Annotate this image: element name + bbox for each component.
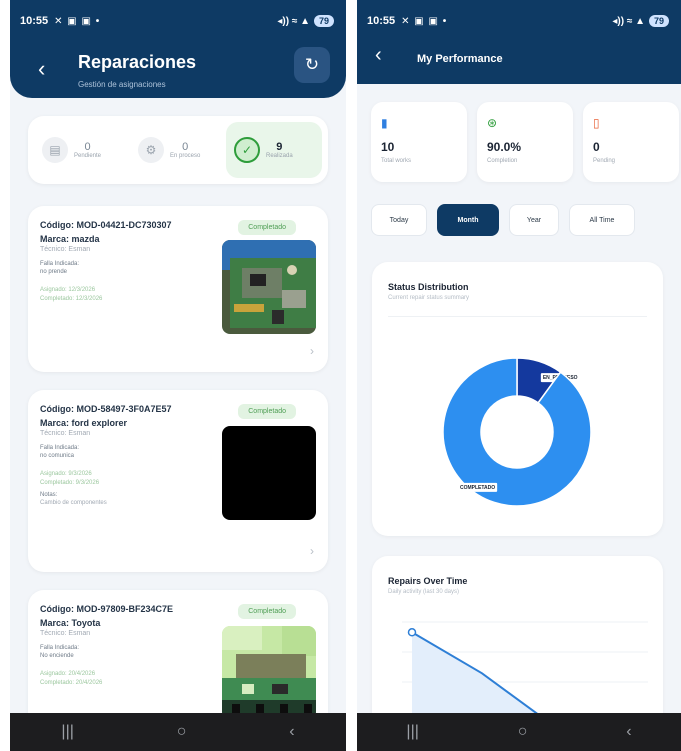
status-bar: 10:55 ✕ ▣ ▣ • ◂)) ≈ ▲ 79 [20, 12, 334, 30]
notification-icons: ✕ ▣ ▣ • [54, 15, 101, 27]
stat-label: En proceso [170, 153, 201, 159]
battery-icon: 79 [648, 15, 669, 27]
chart-title: Status Distribution [388, 282, 469, 292]
chart-subtitle: Daily activity (last 30 days) [388, 589, 460, 595]
kpi-card-pending: ▯ 0 Pending [583, 102, 679, 182]
repair-photo [222, 626, 316, 720]
status-bar: 10:55 ✕ ▣ ▣ • ◂)) ≈ ▲ 79 [367, 12, 669, 30]
status-badge: Completado [238, 220, 296, 235]
kpi-value: 0 [593, 140, 600, 154]
back-button[interactable]: ‹ [38, 56, 45, 82]
status-time: 10:55 [20, 15, 49, 27]
stat-count: 9 [276, 141, 283, 153]
repair-card[interactable]: Código: MOD-58497-3F0A7E57 Marca: ford e… [28, 390, 328, 572]
gears-icon: ⚙ [138, 137, 164, 163]
page-subtitle: Gestión de asignaciones [78, 80, 166, 89]
status-summary: ▤ 0 Pendiente ⚙ 0 En proceso ✓ 9 Realizada [28, 116, 328, 184]
system-back-button[interactable]: ‹ [626, 723, 631, 741]
signal-icons: ◂)) ≈ ▲ [277, 15, 310, 27]
stat-in-progress[interactable]: ⚙ 0 En proceso [130, 122, 226, 178]
repair-card[interactable]: Código: MOD-97809-BF234C7E Marca: Toyota… [28, 590, 328, 730]
signal-icons: ◂)) ≈ ▲ [612, 15, 645, 27]
filter-year[interactable]: Year [509, 204, 559, 236]
pending-clipboard-icon: ▯ [593, 116, 600, 130]
stat-pending[interactable]: ▤ 0 Pendiente [34, 122, 130, 178]
status-badge: Completado [238, 604, 296, 619]
performance-header: 10:55 ✕ ▣ ▣ • ◂)) ≈ ▲ 79 ‹ My Performanc… [357, 0, 681, 84]
repair-card[interactable]: Código: MOD-04421-DC730307 Marca: mazda … [28, 206, 328, 372]
home-button[interactable]: ○ [177, 723, 187, 741]
check-gauge-icon: ⊛ [487, 116, 498, 130]
clipboard-icon: ▮ [381, 116, 388, 130]
repair-photo [222, 426, 316, 520]
status-badge: Completado [238, 404, 296, 419]
kpi-label: Pending [593, 158, 616, 164]
filter-all-time[interactable]: All Time [569, 204, 635, 236]
refresh-button[interactable]: ↻ [294, 47, 330, 83]
kpi-card-completion: ⊛ 90.0% Completion [477, 102, 573, 182]
stat-count: 0 [84, 141, 91, 153]
kpi-label: Completion [487, 158, 518, 164]
notification-icons: ✕ ▣ ▣ • [401, 15, 448, 27]
repairs-over-time-card: Repairs Over Time Daily activity (last 3… [372, 556, 663, 736]
recent-apps-button[interactable]: ||| [61, 723, 73, 741]
status-donut-chart: EN_PROCESOCOMPLETADO [442, 357, 592, 507]
status-time: 10:55 [367, 15, 396, 27]
refresh-icon: ↻ [304, 55, 320, 74]
chart-title: Repairs Over Time [388, 576, 468, 586]
page-title: My Performance [417, 53, 503, 65]
stat-count: 0 [182, 141, 189, 153]
check-circle-icon: ✓ [234, 137, 260, 163]
system-nav-bar: ||| ○ ‹ [10, 713, 346, 751]
kpi-card-total: ▮ 10 Total works [371, 102, 467, 182]
recent-apps-button[interactable]: ||| [406, 723, 418, 741]
repair-photo [222, 240, 316, 334]
kpi-label: Total works [381, 158, 412, 164]
kpi-value: 10 [381, 140, 395, 154]
page-title: Reparaciones [78, 52, 197, 72]
stat-label: Realizada [266, 153, 293, 159]
home-button[interactable]: ○ [518, 723, 528, 741]
chevron-right-icon: › [310, 544, 314, 558]
chevron-right-icon: › [310, 344, 314, 358]
system-nav-bar: ||| ○ ‹ [357, 713, 681, 751]
line-point [407, 628, 417, 637]
kpi-value: 90.0% [487, 140, 522, 154]
performance-screen: 10:55 ✕ ▣ ▣ • ◂)) ≈ ▲ 79 ‹ My Performanc… [357, 0, 681, 751]
stat-label: Pendiente [74, 153, 102, 159]
chart-subtitle: Current repair status summary [388, 295, 470, 301]
status-distribution-card: Status Distribution Current repair statu… [372, 262, 663, 536]
filter-today[interactable]: Today [371, 204, 427, 236]
calendar-icon: ▤ [42, 137, 68, 163]
repairs-screen: 10:55 ✕ ▣ ▣ • ◂)) ≈ ▲ 79 ‹ Reparaciones … [10, 0, 346, 751]
back-button[interactable]: ‹ [375, 44, 382, 67]
system-back-button[interactable]: ‹ [289, 723, 294, 741]
donut-slice-label: COMPLETADO [460, 485, 495, 491]
stat-completed[interactable]: ✓ 9 Realizada [226, 122, 322, 178]
battery-icon: 79 [313, 15, 334, 27]
filter-month[interactable]: Month [437, 204, 499, 236]
repairs-header: 10:55 ✕ ▣ ▣ • ◂)) ≈ ▲ 79 ‹ Reparaciones … [10, 0, 346, 98]
